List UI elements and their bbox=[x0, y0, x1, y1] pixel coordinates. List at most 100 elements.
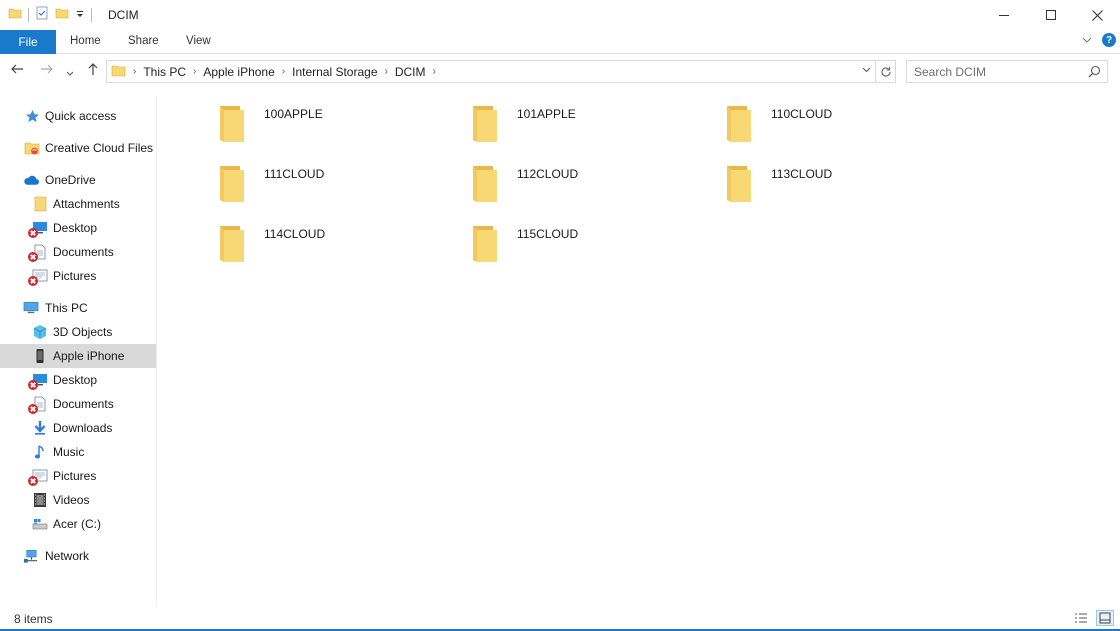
nav-item-label: Pictures bbox=[53, 469, 97, 483]
nav-item-label: Acer (C:) bbox=[53, 517, 101, 531]
breadcrumb-dcim[interactable]: DCIM bbox=[395, 65, 426, 79]
status-bar: 8 items bbox=[0, 606, 1120, 631]
folder-item[interactable]: 100APPLE bbox=[160, 96, 400, 146]
address-controls bbox=[857, 61, 895, 82]
folder-item[interactable]: 112CLOUD bbox=[413, 156, 653, 206]
folder-name: 111CLOUD bbox=[264, 167, 325, 181]
nav-item-label: Videos bbox=[53, 493, 90, 507]
folder-icon bbox=[220, 106, 244, 142]
search-input[interactable] bbox=[914, 64, 1084, 79]
ribbon-tabs: File Home Share View ? bbox=[0, 30, 1120, 54]
breadcrumb-separator[interactable]: › bbox=[385, 66, 388, 77]
nav-attachments[interactable]: Attachments bbox=[0, 192, 156, 216]
breadcrumb-this-pc[interactable]: This PC bbox=[143, 65, 186, 79]
nav-quick-access[interactable]: Quick access bbox=[0, 104, 156, 128]
chevron-down-icon bbox=[66, 71, 74, 76]
nav-onedrive-documents[interactable]: Documents bbox=[0, 240, 156, 264]
computer-icon bbox=[23, 300, 39, 316]
breadcrumb-internal-storage[interactable]: Internal Storage bbox=[292, 65, 377, 79]
nav-item-label: Desktop bbox=[53, 373, 98, 387]
folder-name: 115CLOUD bbox=[517, 227, 579, 241]
navigation-bar: › This PC › Apple iPhone › Internal Stor… bbox=[0, 56, 1120, 86]
folder-item[interactable]: 110CLOUD bbox=[667, 96, 907, 146]
folder-item[interactable]: 113CLOUD bbox=[667, 156, 907, 206]
nav-videos[interactable]: Videos bbox=[0, 488, 156, 512]
nav-documents[interactable]: Documents bbox=[0, 392, 156, 416]
window-title: DCIM bbox=[108, 8, 139, 22]
breadcrumb-apple-iphone[interactable]: Apple iPhone bbox=[203, 65, 274, 79]
maximize-button[interactable] bbox=[1028, 0, 1074, 30]
nav-desktop[interactable]: Desktop bbox=[0, 368, 156, 392]
search-box[interactable] bbox=[906, 60, 1108, 83]
nav-this-pc[interactable]: This PC bbox=[0, 296, 156, 320]
forward-button[interactable] bbox=[40, 62, 54, 79]
breadcrumb: › This PC › Apple iPhone › Internal Stor… bbox=[107, 61, 443, 82]
nav-apple-iphone[interactable]: Apple iPhone bbox=[0, 344, 156, 368]
sync-error-icon bbox=[28, 252, 38, 262]
minimize-icon bbox=[999, 15, 1009, 16]
breadcrumb-separator[interactable]: › bbox=[433, 66, 436, 77]
drive-icon bbox=[32, 516, 48, 532]
tab-file[interactable]: File bbox=[0, 30, 56, 54]
address-history-button[interactable] bbox=[857, 66, 875, 77]
network-icon bbox=[23, 548, 39, 564]
folder-icon bbox=[473, 106, 497, 142]
folder-name: 110CLOUD bbox=[771, 107, 833, 121]
nav-creative-cloud-files[interactable]: Creative Cloud Files bbox=[0, 136, 156, 160]
address-bar[interactable]: › This PC › Apple iPhone › Internal Stor… bbox=[106, 60, 896, 83]
chevron-down-icon bbox=[1082, 37, 1092, 43]
customize-toolbar-icon[interactable] bbox=[75, 8, 85, 22]
nav-item-label: Pictures bbox=[53, 269, 97, 283]
close-button[interactable] bbox=[1074, 0, 1120, 30]
onedrive-cloud-icon bbox=[23, 172, 39, 188]
breadcrumb-separator[interactable]: › bbox=[133, 66, 136, 77]
breadcrumb-separator[interactable]: › bbox=[282, 66, 285, 77]
nav-onedrive[interactable]: OneDrive bbox=[0, 168, 156, 192]
refresh-button[interactable] bbox=[875, 61, 895, 82]
help-icon[interactable]: ? bbox=[1102, 33, 1116, 47]
nav-item-label: Downloads bbox=[53, 421, 113, 435]
folder-name: 114CLOUD bbox=[264, 227, 326, 241]
nav-pictures[interactable]: Pictures bbox=[0, 464, 156, 488]
chevron-down-icon bbox=[862, 67, 870, 73]
tab-view[interactable]: View bbox=[186, 35, 211, 47]
folder-item[interactable]: 101APPLE bbox=[413, 96, 653, 146]
up-button[interactable] bbox=[86, 62, 100, 79]
title-bar: DCIM bbox=[0, 0, 1120, 30]
nav-music[interactable]: Music bbox=[0, 440, 156, 464]
nav-downloads[interactable]: Downloads bbox=[0, 416, 156, 440]
folder-icon bbox=[8, 6, 22, 23]
download-arrow-icon bbox=[32, 420, 48, 436]
nav-acer-c-drive[interactable]: Acer (C:) bbox=[0, 512, 156, 536]
details-view-button[interactable] bbox=[1072, 610, 1090, 626]
documents-icon bbox=[28, 396, 48, 414]
refresh-icon bbox=[880, 66, 891, 77]
nav-onedrive-desktop[interactable]: Desktop bbox=[0, 216, 156, 240]
navigation-pane: Quick access Creative Cloud Files OneDri… bbox=[0, 96, 157, 606]
folder-item[interactable]: 114CLOUD bbox=[160, 216, 400, 266]
expand-ribbon-button[interactable] bbox=[1082, 33, 1092, 47]
toolbar-divider bbox=[28, 7, 29, 22]
nav-3d-objects[interactable]: 3D Objects bbox=[0, 320, 156, 344]
folder-item[interactable]: 111CLOUD bbox=[160, 156, 400, 206]
tab-home[interactable]: Home bbox=[70, 35, 101, 47]
minimize-button[interactable] bbox=[981, 0, 1027, 30]
quick-access-toolbar bbox=[8, 6, 92, 23]
folder-item[interactable]: 115CLOUD bbox=[413, 216, 653, 266]
new-folder-icon[interactable] bbox=[55, 6, 69, 23]
nav-item-label: Network bbox=[45, 549, 90, 563]
large-icons-view-button[interactable] bbox=[1096, 610, 1114, 626]
properties-icon[interactable] bbox=[35, 6, 49, 23]
nav-onedrive-pictures[interactable]: Pictures bbox=[0, 264, 156, 288]
search-icon[interactable] bbox=[1088, 65, 1101, 81]
ribbon-controls: ? bbox=[1082, 33, 1116, 47]
recent-locations-button[interactable] bbox=[66, 65, 74, 81]
nav-network[interactable]: Network bbox=[0, 544, 156, 568]
folder-name: 101APPLE bbox=[517, 107, 576, 121]
breadcrumb-separator[interactable]: › bbox=[193, 66, 196, 77]
back-button[interactable] bbox=[10, 62, 24, 79]
creative-cloud-folder-icon bbox=[24, 140, 40, 156]
details-view-icon bbox=[1075, 613, 1087, 623]
nav-item-label: Quick access bbox=[45, 109, 117, 123]
tab-share[interactable]: Share bbox=[128, 35, 159, 47]
